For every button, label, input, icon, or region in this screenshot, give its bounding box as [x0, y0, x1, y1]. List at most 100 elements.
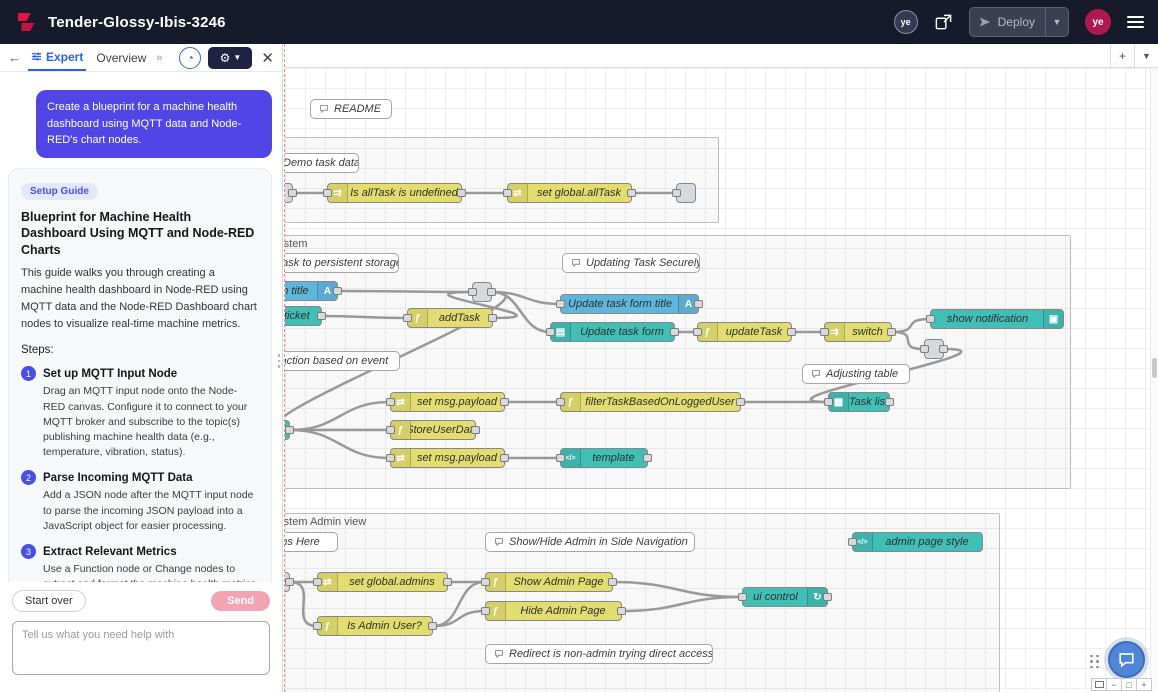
comment-node[interactable]: Updating Task Securely	[562, 253, 700, 273]
scrollbar-thumb[interactable]	[1152, 358, 1157, 378]
flow-node-hide-admin-page[interactable]: ƒHide Admin Page	[485, 601, 622, 621]
flow-node-junction[interactable]	[285, 572, 290, 592]
deploy-caret-icon[interactable]: ▼	[1046, 17, 1068, 27]
output-port[interactable]	[428, 622, 437, 630]
output-port[interactable]	[457, 189, 466, 197]
input-port[interactable]	[313, 622, 322, 630]
comment-node[interactable]: README	[310, 99, 392, 119]
output-port[interactable]	[487, 288, 496, 296]
comment-node[interactable]: Take action based on event	[285, 351, 400, 371]
comment-node[interactable]: Show/Hide Admin in Side Navigation	[485, 532, 695, 552]
output-port[interactable]	[285, 578, 294, 586]
output-port[interactable]	[939, 345, 948, 353]
flow-node-task-list[interactable]: ▦Task list	[828, 392, 890, 412]
flow-node-ui-control[interactable]: ↻ui control	[742, 587, 828, 607]
team-avatar[interactable]: ye	[894, 10, 918, 34]
input-port[interactable]	[556, 454, 565, 462]
comment-node[interactable]: Save task to persistent storage	[285, 253, 399, 273]
flow-node-junction[interactable]	[472, 282, 492, 302]
zoom-reset-button[interactable]: □	[1121, 678, 1137, 691]
output-port[interactable]	[285, 426, 294, 434]
start-over-button[interactable]: Start over	[12, 590, 86, 612]
flow-node-junction[interactable]	[924, 339, 944, 359]
flow-node-set-global-admins[interactable]: ⇄set global.admins	[317, 572, 448, 592]
flow-list-caret-icon[interactable]: ▼	[1134, 44, 1158, 67]
zoom-in-button[interactable]: +	[1136, 678, 1152, 691]
output-port[interactable]	[887, 328, 896, 336]
flow-node-update-task-form[interactable]: ▤Update task form	[550, 322, 675, 342]
close-icon[interactable]: ✕	[261, 49, 274, 67]
flow-node-set-msg-payload[interactable]: ⇄set msg.payload	[390, 448, 505, 468]
input-port[interactable]	[672, 189, 681, 197]
input-port[interactable]	[481, 607, 490, 615]
zoom-out-button[interactable]: −	[1106, 678, 1122, 691]
flow-node-update-task-form-title[interactable]: AUpdate task form title	[560, 294, 699, 314]
output-port[interactable]	[608, 578, 617, 586]
output-port[interactable]	[443, 578, 452, 586]
output-port[interactable]	[885, 398, 894, 406]
comment-node[interactable]: Add Admins Here	[285, 532, 338, 552]
input-port[interactable]	[403, 314, 412, 322]
input-port[interactable]	[313, 578, 322, 586]
output-port[interactable]	[317, 312, 326, 320]
flow-node-storeuserdata[interactable]: ƒStoreUserData	[390, 420, 476, 440]
output-port[interactable]	[627, 189, 636, 197]
output-port[interactable]	[288, 189, 297, 197]
flow-node-junction[interactable]	[285, 183, 293, 203]
panel-resize-handle[interactable]	[278, 354, 281, 368]
flow-node-set-global-alltask[interactable]: ⇄set global.allTask	[507, 183, 632, 203]
assistant-chat-button[interactable]	[1108, 641, 1145, 678]
input-port[interactable]	[920, 345, 929, 353]
input-port[interactable]	[323, 189, 332, 197]
user-avatar[interactable]: ye	[1085, 9, 1111, 35]
flow-node-show-admin-page[interactable]: ƒShow Admin Page	[485, 572, 613, 592]
output-port[interactable]	[643, 454, 652, 462]
flow-node-add-ticket[interactable]: ▤Add ticket	[285, 306, 322, 326]
settings-dropdown-button[interactable]: ⚙ ▼	[208, 47, 252, 69]
canvas-vertical-scrollbar[interactable]	[1150, 68, 1158, 692]
input-port[interactable]	[468, 288, 477, 296]
flow-node-is-admin-user[interactable]: ƒIs Admin User?	[317, 616, 433, 636]
comment-node[interactable]: Adjusting table	[802, 364, 910, 384]
fab-drag-handle[interactable]	[1090, 655, 1099, 669]
tab-overview[interactable]: Overview	[93, 44, 149, 71]
input-port[interactable]	[738, 593, 747, 601]
output-port[interactable]	[617, 607, 626, 615]
comment-node[interactable]: Demo task data	[285, 153, 359, 173]
output-port[interactable]	[670, 328, 679, 336]
flow-node-junction[interactable]	[676, 183, 696, 203]
flow-node-addtask[interactable]: ƒaddTask	[407, 308, 493, 328]
comment-node[interactable]: Redirect is non-admin trying direct acce…	[485, 644, 713, 664]
output-port[interactable]	[500, 454, 509, 462]
flow-node-is-alltask-is-undefined[interactable]: ⇉Is allTask is undefined	[327, 183, 462, 203]
input-port[interactable]	[481, 578, 490, 586]
tab-expert[interactable]: Expert	[28, 44, 86, 71]
input-port[interactable]	[546, 328, 555, 336]
menu-icon[interactable]	[1127, 13, 1144, 31]
navigator-toggle-button[interactable]	[1091, 678, 1107, 691]
flow-node-updatetask[interactable]: ƒupdateTask	[697, 322, 792, 342]
output-port[interactable]	[694, 300, 703, 308]
output-port[interactable]	[471, 426, 480, 434]
output-port[interactable]	[736, 398, 745, 406]
flow-node-switch[interactable]: ⇉switch	[824, 322, 892, 342]
send-button[interactable]: Send	[211, 591, 270, 611]
flow-node-task-form-title[interactable]: ATask form title	[285, 281, 338, 301]
flow-node-junction[interactable]	[285, 420, 290, 440]
output-port[interactable]	[823, 593, 832, 601]
deploy-button[interactable]: Deploy ▼	[969, 7, 1069, 37]
input-port[interactable]	[848, 538, 857, 546]
assistant-input[interactable]	[12, 621, 270, 675]
input-port[interactable]	[820, 328, 829, 336]
flow-node-filtertaskbasedonloggeduser[interactable]: ƒfilterTaskBasedOnLoggedUser	[560, 392, 741, 412]
output-port[interactable]	[787, 328, 796, 336]
back-arrow-icon[interactable]: ←	[8, 50, 21, 65]
input-port[interactable]	[386, 426, 395, 434]
input-port[interactable]	[386, 454, 395, 462]
flow-node-admin-page-style[interactable]: </>admin page style	[852, 532, 983, 552]
input-port[interactable]	[556, 398, 565, 406]
flow-node-show-notification[interactable]: ▣show notification	[930, 309, 1064, 329]
input-port[interactable]	[824, 398, 833, 406]
input-port[interactable]	[503, 189, 512, 197]
flow-node-template[interactable]: </>template	[560, 448, 648, 468]
